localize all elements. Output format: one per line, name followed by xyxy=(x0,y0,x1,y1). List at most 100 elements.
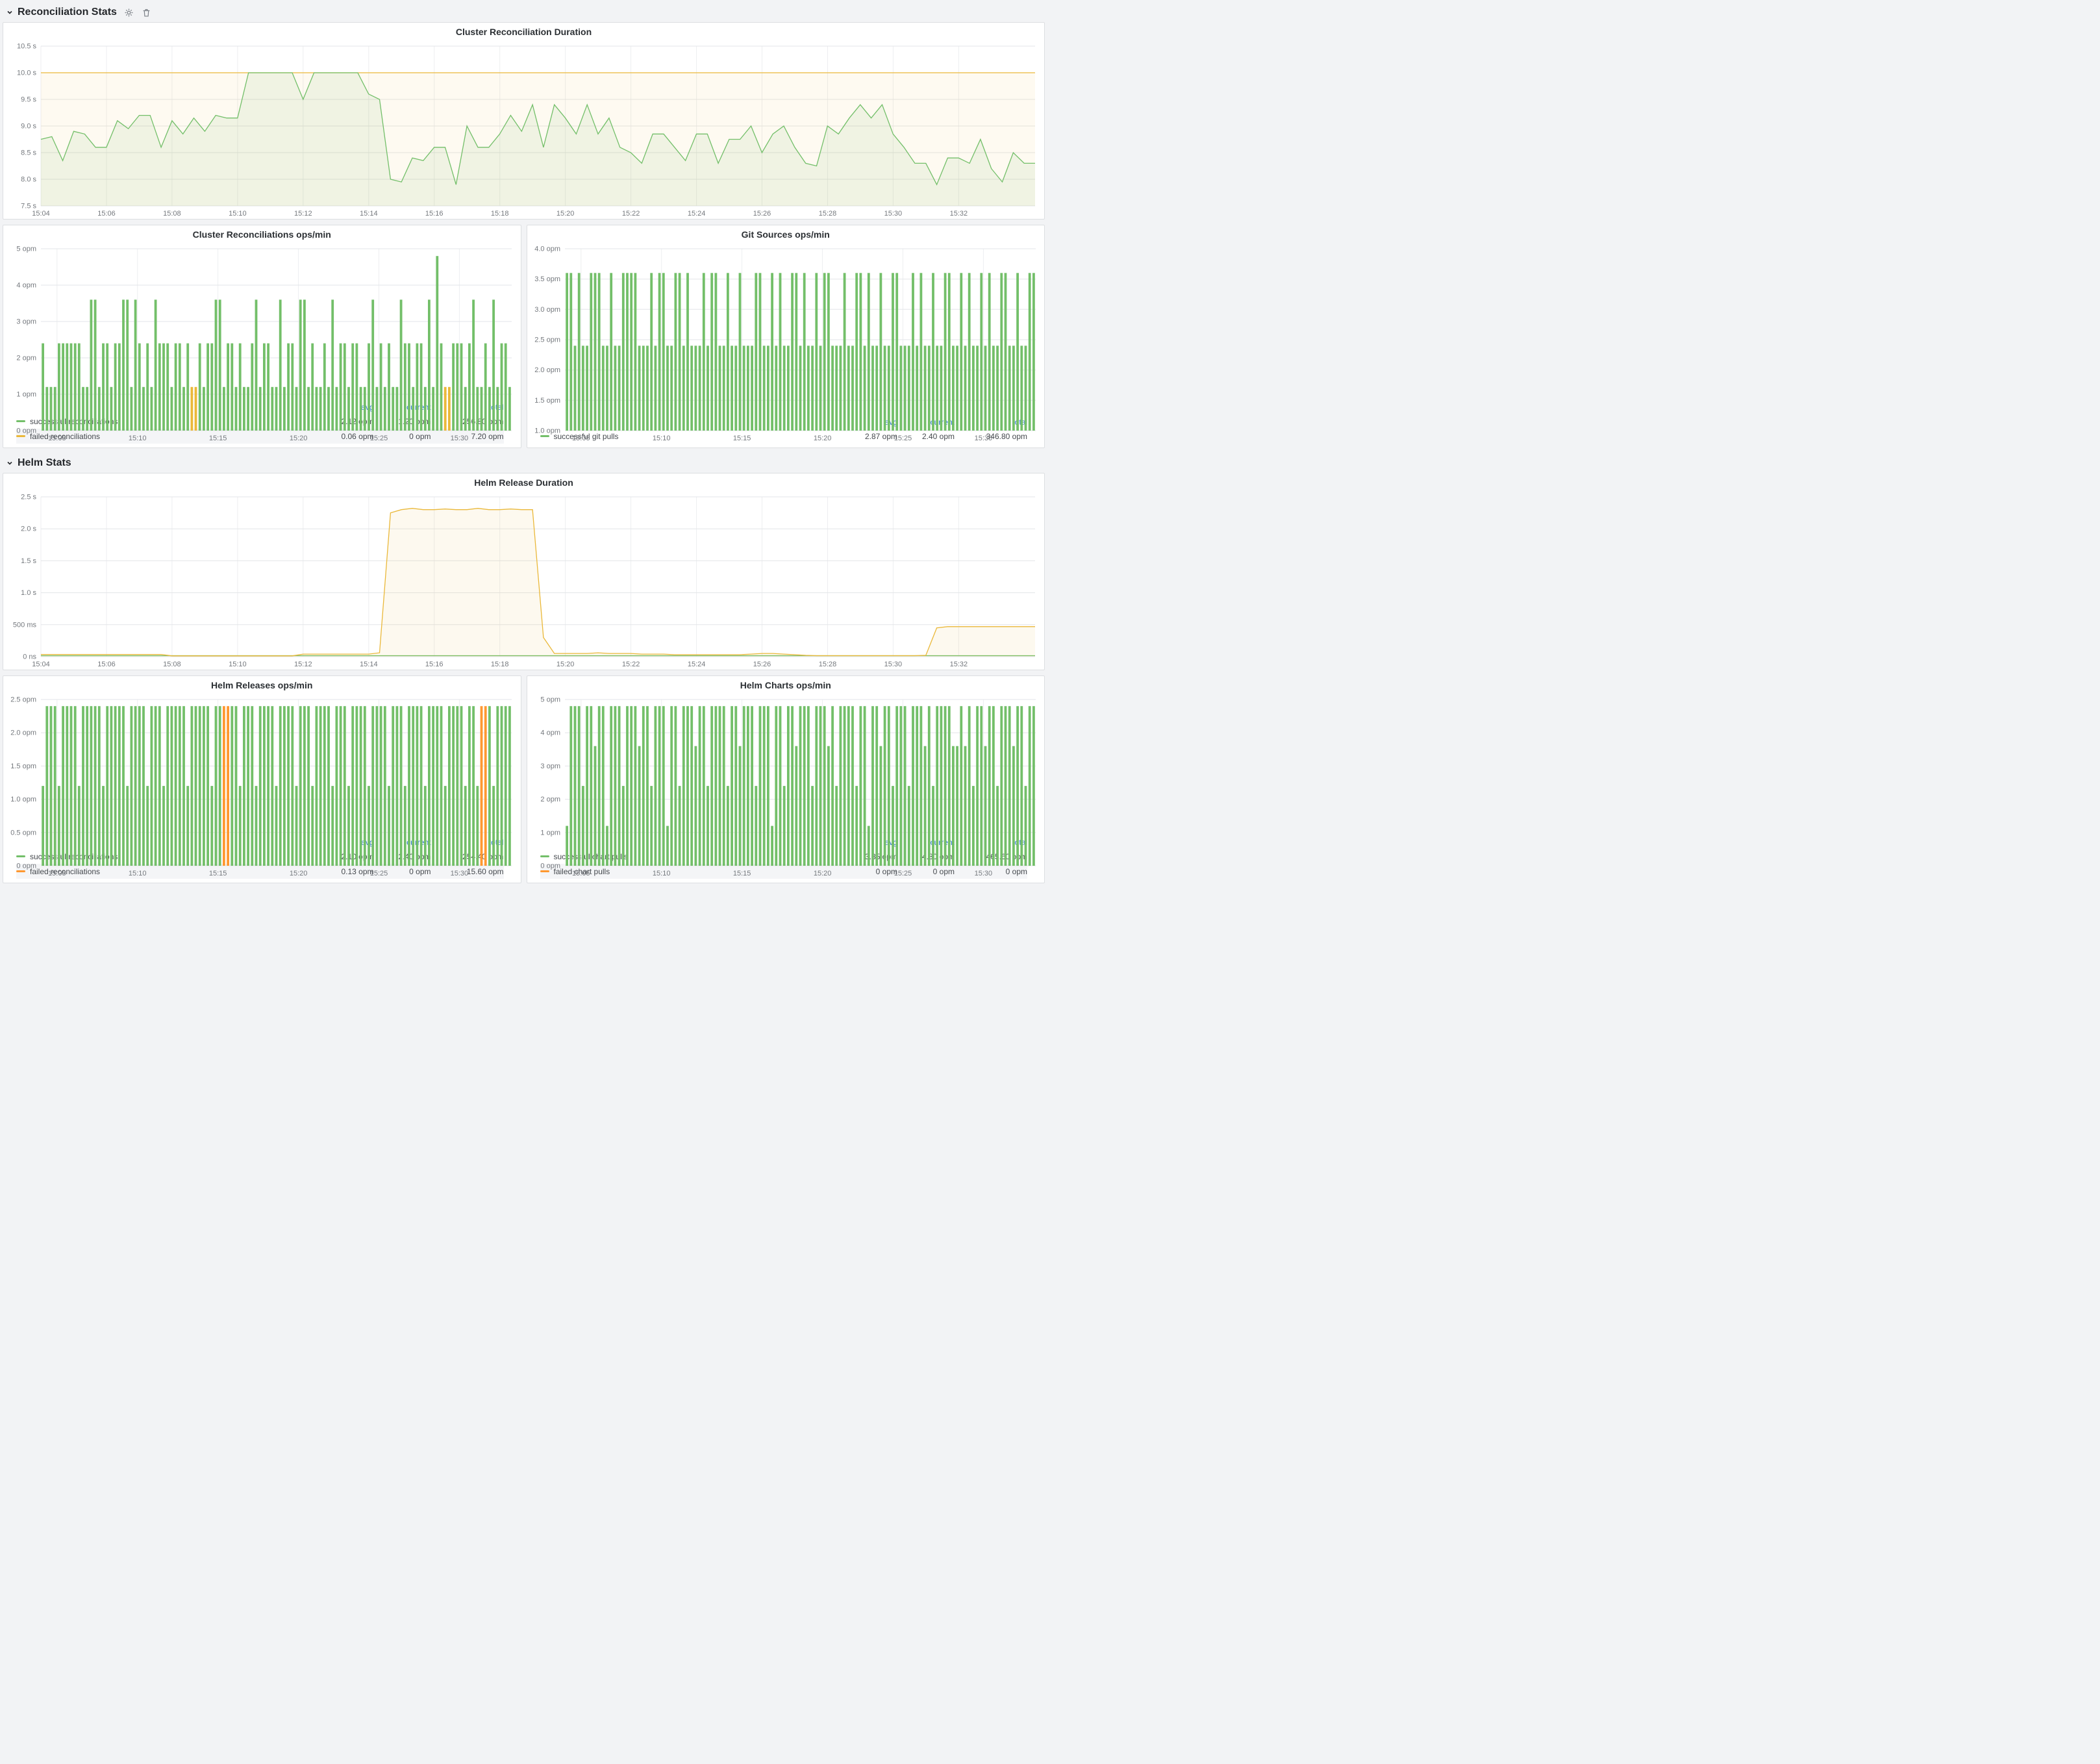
cluster-reconciliations-opm-chart[interactable]: 15:0515:1015:1515:2015:2515:305 opm4 opm… xyxy=(3,244,521,401)
svg-text:5 opm: 5 opm xyxy=(540,696,560,704)
svg-text:15:10: 15:10 xyxy=(129,435,147,442)
panel-git-sources-opm: Git Sources ops/min 15:0515:1015:1515:20… xyxy=(527,225,1045,448)
svg-text:15:32: 15:32 xyxy=(950,210,968,218)
svg-text:15:25: 15:25 xyxy=(370,870,388,877)
svg-text:15:10: 15:10 xyxy=(229,210,247,218)
svg-text:2.0 s: 2.0 s xyxy=(21,525,36,533)
svg-text:15:25: 15:25 xyxy=(894,870,912,877)
svg-text:1 opm: 1 opm xyxy=(16,391,36,399)
helm-releases-opm-chart[interactable]: 15:0515:1015:1515:2015:2515:302.5 opm2.0… xyxy=(3,694,521,836)
svg-text:15:30: 15:30 xyxy=(451,435,469,442)
gear-icon xyxy=(125,8,133,17)
helm-charts-opm-chart[interactable]: 15:0515:1015:1515:2015:2515:305 opm4 opm… xyxy=(527,694,1045,836)
svg-text:8.5 s: 8.5 s xyxy=(21,149,36,157)
svg-text:1.5 opm: 1.5 opm xyxy=(10,762,36,770)
svg-text:15:20: 15:20 xyxy=(813,435,831,442)
svg-text:15:08: 15:08 xyxy=(163,661,181,668)
svg-text:3 opm: 3 opm xyxy=(16,318,36,326)
svg-text:15:15: 15:15 xyxy=(209,870,227,877)
svg-text:0 ns: 0 ns xyxy=(23,653,36,661)
svg-text:2 opm: 2 opm xyxy=(540,796,560,803)
row-toggle-helm-stats[interactable]: Helm Stats xyxy=(6,457,71,469)
svg-text:15:20: 15:20 xyxy=(290,435,308,442)
svg-text:15:15: 15:15 xyxy=(732,870,751,877)
svg-text:9.0 s: 9.0 s xyxy=(21,123,36,131)
svg-text:15:10: 15:10 xyxy=(652,870,670,877)
svg-text:15:18: 15:18 xyxy=(491,661,509,668)
svg-text:15:25: 15:25 xyxy=(894,435,912,442)
svg-text:15:26: 15:26 xyxy=(753,210,771,218)
row-header-helm-stats: Helm Stats xyxy=(3,453,1045,473)
panel-title[interactable]: Cluster Reconciliations ops/min xyxy=(3,225,521,244)
svg-text:15:06: 15:06 xyxy=(97,661,116,668)
svg-text:1.0 s: 1.0 s xyxy=(21,589,36,597)
svg-text:15:12: 15:12 xyxy=(294,210,312,218)
svg-text:0 opm: 0 opm xyxy=(540,863,560,870)
svg-text:2.0 opm: 2.0 opm xyxy=(534,366,560,374)
svg-text:5 opm: 5 opm xyxy=(16,246,36,253)
svg-text:2 opm: 2 opm xyxy=(16,355,36,362)
row-toggle-reconciliation-stats[interactable]: Reconciliation Stats xyxy=(6,6,117,18)
svg-text:1 opm: 1 opm xyxy=(540,829,560,837)
svg-text:15:15: 15:15 xyxy=(209,435,227,442)
trash-icon xyxy=(142,8,151,17)
svg-text:15:22: 15:22 xyxy=(622,661,640,668)
svg-text:15:20: 15:20 xyxy=(556,661,575,668)
svg-text:10.5 s: 10.5 s xyxy=(17,43,36,51)
panel-title[interactable]: Helm Release Duration xyxy=(3,473,1044,492)
cluster-reconciliation-duration-chart[interactable]: 15:0415:0615:0815:1015:1215:1415:1615:18… xyxy=(3,41,1044,219)
svg-text:15:12: 15:12 xyxy=(294,661,312,668)
svg-text:8.0 s: 8.0 s xyxy=(21,176,36,184)
svg-text:15:30: 15:30 xyxy=(884,661,903,668)
svg-text:15:24: 15:24 xyxy=(688,661,706,668)
svg-text:15:25: 15:25 xyxy=(370,435,388,442)
svg-text:15:05: 15:05 xyxy=(48,435,66,442)
svg-text:10.0 s: 10.0 s xyxy=(17,69,36,77)
svg-text:15:20: 15:20 xyxy=(556,210,575,218)
dashboard: Reconciliation Stats xyxy=(0,0,1047,888)
svg-text:0 opm: 0 opm xyxy=(16,863,36,870)
panel-cluster-reconciliations-opm: Cluster Reconciliations ops/min 15:05 15:… xyxy=(3,225,521,448)
panel-title[interactable]: Helm Releases ops/min xyxy=(3,676,521,694)
panel-cluster-reconciliation-duration: Cluster Reconciliation Duration 15:04 15:… xyxy=(3,22,1045,220)
svg-text:15:22: 15:22 xyxy=(622,210,640,218)
svg-text:500 ms: 500 ms xyxy=(13,621,37,629)
svg-text:15:30: 15:30 xyxy=(884,210,903,218)
helm-release-duration-chart[interactable]: 15:0415:0615:0815:1015:1215:1415:1615:18… xyxy=(3,492,1044,670)
svg-text:15:10: 15:10 xyxy=(652,435,670,442)
svg-text:15:10: 15:10 xyxy=(129,870,147,877)
svg-text:15:20: 15:20 xyxy=(813,870,831,877)
svg-text:15:20: 15:20 xyxy=(290,870,308,877)
git-sources-opm-chart[interactable]: 15:0515:1015:1515:2015:2515:304.0 opm3.5… xyxy=(527,244,1045,416)
svg-text:15:14: 15:14 xyxy=(360,661,378,668)
svg-text:7.5 s: 7.5 s xyxy=(21,203,36,210)
panel-helm-releases-opm: Helm Releases ops/min 15:0515:1015:1515:… xyxy=(3,675,521,883)
svg-text:15:24: 15:24 xyxy=(688,210,706,218)
row-settings-button[interactable] xyxy=(123,7,134,18)
svg-text:1.5 opm: 1.5 opm xyxy=(534,397,560,405)
svg-text:15:04: 15:04 xyxy=(32,661,50,668)
svg-text:2.0 opm: 2.0 opm xyxy=(10,729,36,737)
svg-text:1.0 opm: 1.0 opm xyxy=(10,796,36,803)
svg-text:0 opm: 0 opm xyxy=(16,427,36,435)
svg-text:2.5 opm: 2.5 opm xyxy=(10,696,36,704)
svg-text:4.0 opm: 4.0 opm xyxy=(534,246,560,253)
svg-text:0.5 opm: 0.5 opm xyxy=(10,829,36,837)
row-delete-button[interactable] xyxy=(141,7,152,18)
svg-text:3.5 opm: 3.5 opm xyxy=(534,275,560,283)
svg-text:15:16: 15:16 xyxy=(425,210,444,218)
panel-title[interactable]: Helm Charts ops/min xyxy=(527,676,1045,694)
svg-text:15:08: 15:08 xyxy=(163,210,181,218)
svg-text:15:26: 15:26 xyxy=(753,661,771,668)
chevron-down-icon xyxy=(6,9,13,16)
svg-text:15:18: 15:18 xyxy=(491,210,509,218)
svg-text:15:15: 15:15 xyxy=(732,435,751,442)
svg-text:15:14: 15:14 xyxy=(360,210,378,218)
svg-text:4 opm: 4 opm xyxy=(16,282,36,290)
svg-text:3 opm: 3 opm xyxy=(540,762,560,770)
panel-title[interactable]: Git Sources ops/min xyxy=(527,225,1045,244)
panel-title[interactable]: Cluster Reconciliation Duration xyxy=(3,23,1044,41)
svg-text:15:04: 15:04 xyxy=(32,210,50,218)
svg-text:3.0 opm: 3.0 opm xyxy=(534,306,560,314)
svg-text:15:28: 15:28 xyxy=(819,661,837,668)
